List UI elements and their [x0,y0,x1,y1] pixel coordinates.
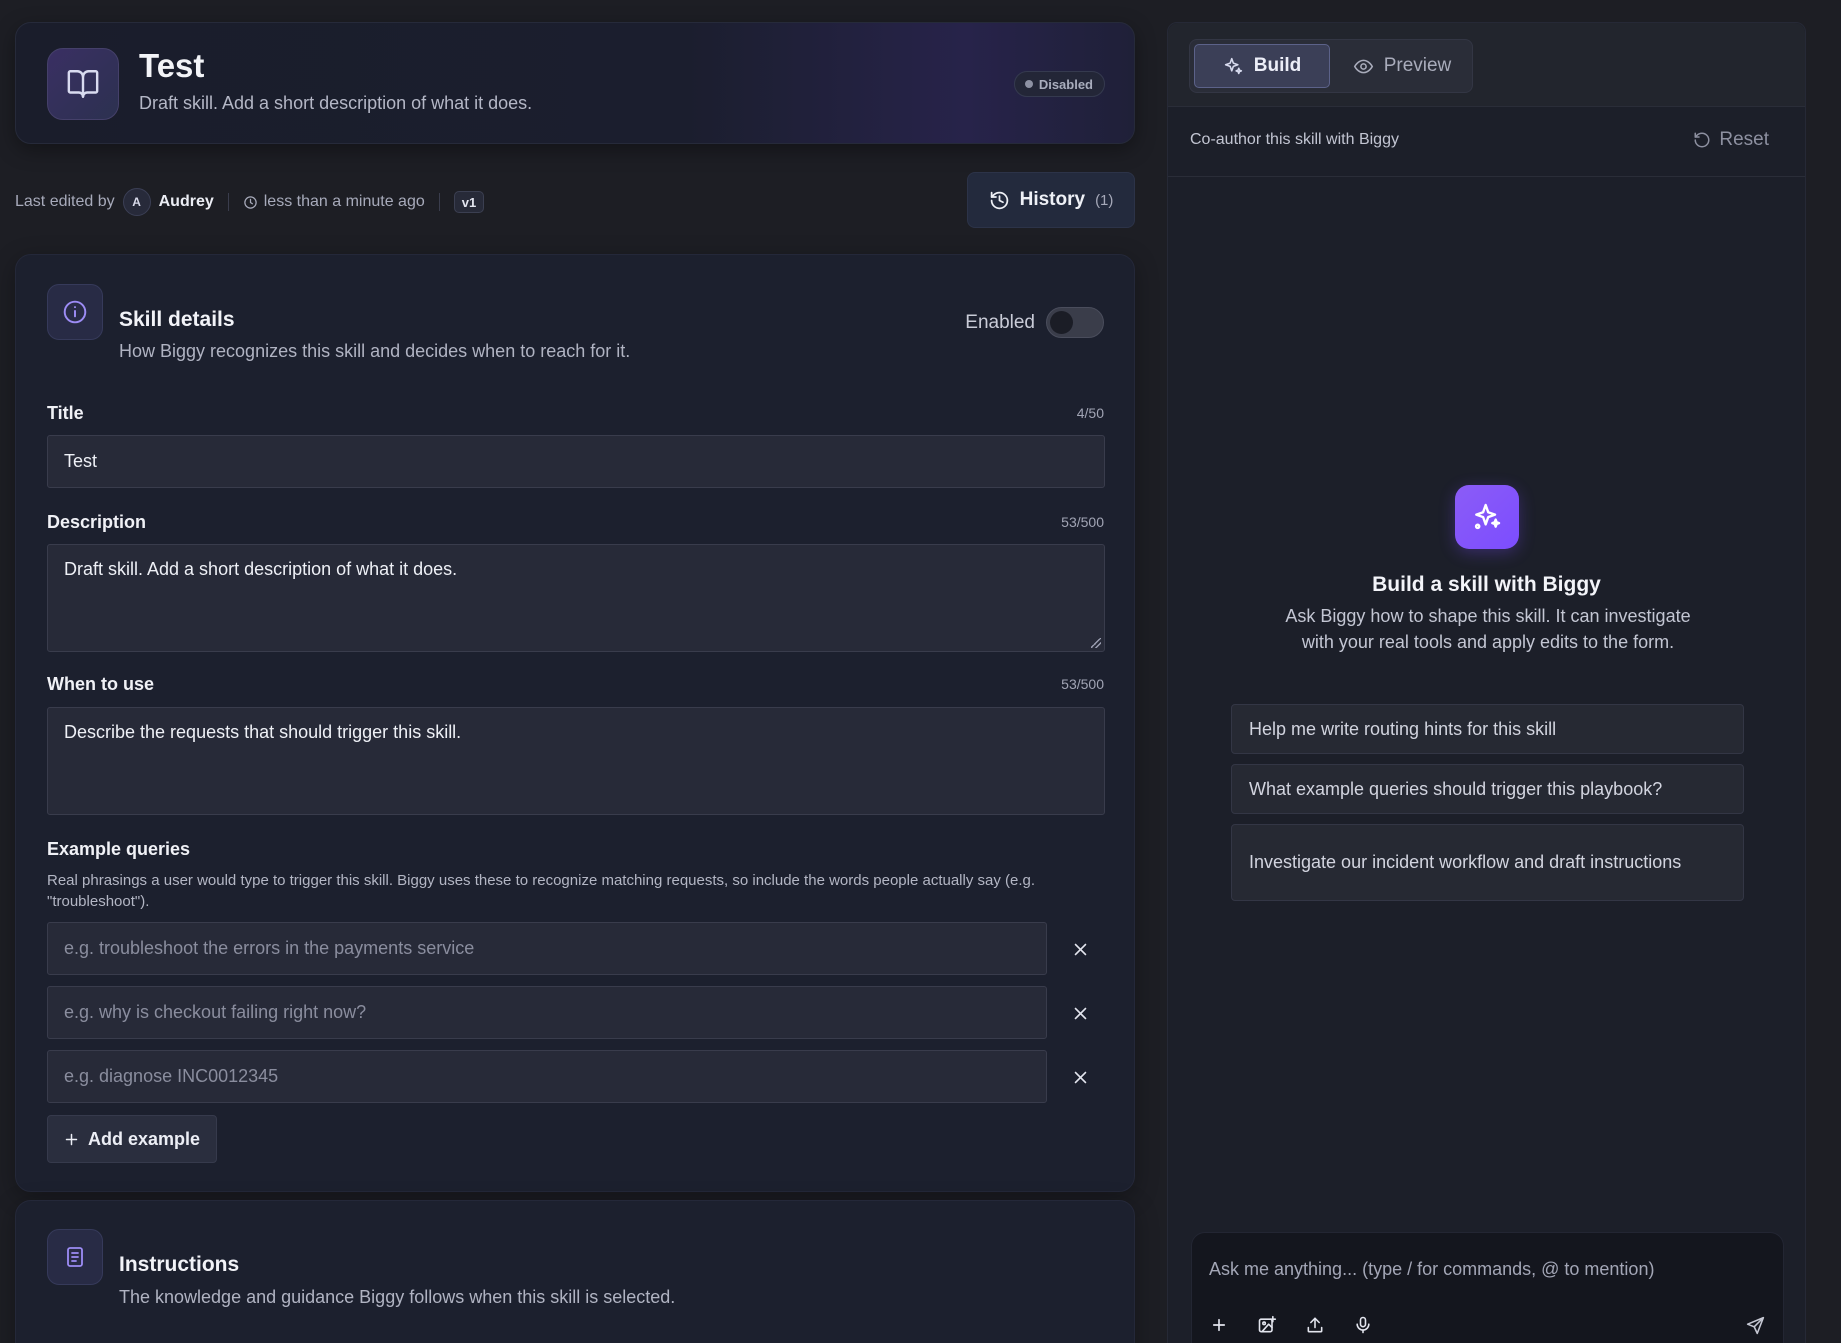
reset-icon [1694,132,1710,148]
edit-meta: Last edited by A Audrey less than a minu… [15,172,1135,228]
when-to-use-label: When to use [47,674,154,694]
divider [1168,176,1805,177]
sparkles-icon [1455,485,1519,549]
example-query-input[interactable]: e.g. troubleshoot the errors in the paym… [47,922,1047,975]
history-label: History [1019,189,1086,210]
sparkles-icon [1224,57,1242,74]
suggestion-chip[interactable]: What example queries should trigger this… [1231,764,1744,814]
chat-composer: Ask me anything... (type / for commands,… [1191,1232,1784,1343]
edited-by-label: Last edited by [15,193,115,210]
enabled-toggle-group: Enabled [965,307,1104,338]
example-queries-label: Example queries [47,839,191,859]
description-textarea[interactable]: Draft skill. Add a short description of … [47,544,1105,652]
status-badge: Disabled [1013,71,1105,97]
panel-header: Build Preview [1168,23,1805,107]
page-title: Test [139,47,205,84]
document-icon [47,1229,103,1285]
skill-details-card: Skill details How Biggy recognizes this … [15,254,1135,1192]
description-value: Draft skill. Add a short description of … [64,559,458,579]
tab-build[interactable]: Build [1194,44,1330,88]
remove-example-button[interactable] [1065,1062,1095,1092]
status-dot-icon [1024,80,1033,88]
enabled-label: Enabled [965,311,1035,333]
title-label: Title [47,403,84,423]
description-label: Description [47,512,147,532]
mode-tabs: Build Preview [1189,39,1473,93]
title-counter: 4/50 [1076,405,1104,421]
version-badge: v1 [453,191,485,213]
example-query-input[interactable]: e.g. diagnose INC0012345 [47,1050,1047,1103]
skill-header: Test Draft skill. Add a short descriptio… [15,22,1135,144]
divider [227,193,229,211]
biggy-panel: Build Preview Co-author this skill with … [1167,22,1806,1343]
example-query-input[interactable]: e.g. why is checkout failing right now? [47,986,1047,1039]
tab-preview-label: Preview [1383,55,1452,76]
enabled-toggle[interactable] [1046,307,1104,338]
info-icon [47,284,103,340]
section-title: Skill details [119,308,235,331]
skill-editor: Test Draft skill. Add a short descriptio… [15,22,1135,1343]
clock-icon [243,195,258,210]
microphone-icon[interactable] [1350,1312,1376,1338]
avatar: A [122,188,151,216]
upload-icon[interactable] [1302,1312,1328,1338]
title-input[interactable]: Test [47,435,1105,488]
tab-preview[interactable]: Preview [1338,44,1466,88]
editor-name: Audrey [158,193,214,210]
when-to-use-textarea[interactable]: Describe the requests that should trigge… [47,707,1105,815]
tab-build-label: Build [1253,55,1302,76]
eye-icon [1353,59,1373,73]
reset-label: Reset [1719,129,1769,150]
close-icon [1074,1007,1086,1019]
history-count: (1) [1095,191,1114,209]
when-to-use-value: Describe the requests that should trigge… [64,722,462,742]
send-icon[interactable] [1742,1312,1768,1338]
edited-time: less than a minute ago [263,193,425,210]
chat-input[interactable]: Ask me anything... (type / for commands,… [1209,1259,1654,1280]
suggestion-chip[interactable]: Help me write routing hints for this ski… [1231,704,1744,754]
reset-button[interactable]: Reset [1693,129,1769,151]
plus-icon[interactable] [1206,1312,1232,1338]
remove-example-button[interactable] [1065,934,1095,964]
remove-example-button[interactable] [1065,998,1095,1028]
image-icon[interactable] [1254,1312,1280,1338]
add-example-label: Add example [88,1128,201,1149]
description-counter: 53/500 [1061,514,1104,530]
resize-handle-icon[interactable] [1091,638,1101,648]
empty-state-subtitle: Ask Biggy how to shape this skill. It ca… [1285,606,1691,652]
plus-icon [65,1133,78,1145]
instructions-card: Instructions The knowledge and guidance … [15,1200,1135,1343]
section-title: Instructions [119,1253,240,1276]
page-subtitle: Draft skill. Add a short description of … [139,93,533,113]
section-subtitle: How Biggy recognizes this skill and deci… [119,341,631,361]
status-badge-label: Disabled [1038,76,1093,92]
when-to-use-counter: 53/500 [1061,676,1104,692]
empty-state-title: Build a skill with Biggy [1372,573,1601,596]
toggle-knob [1050,311,1073,334]
book-open-icon [47,48,119,120]
history-icon [989,190,1010,211]
close-icon [1074,943,1086,955]
history-button[interactable]: History (1) [967,172,1135,228]
coauthor-label: Co-author this skill with Biggy [1190,131,1399,148]
section-subtitle: The knowledge and guidance Biggy follows… [119,1287,676,1307]
divider [438,193,440,211]
close-icon [1074,1071,1086,1083]
add-example-button[interactable]: Add example [47,1115,218,1163]
suggestion-chip[interactable]: Investigate our incident workflow and dr… [1231,824,1744,901]
example-queries-help: Real phrasings a user would type to trig… [47,872,1036,910]
